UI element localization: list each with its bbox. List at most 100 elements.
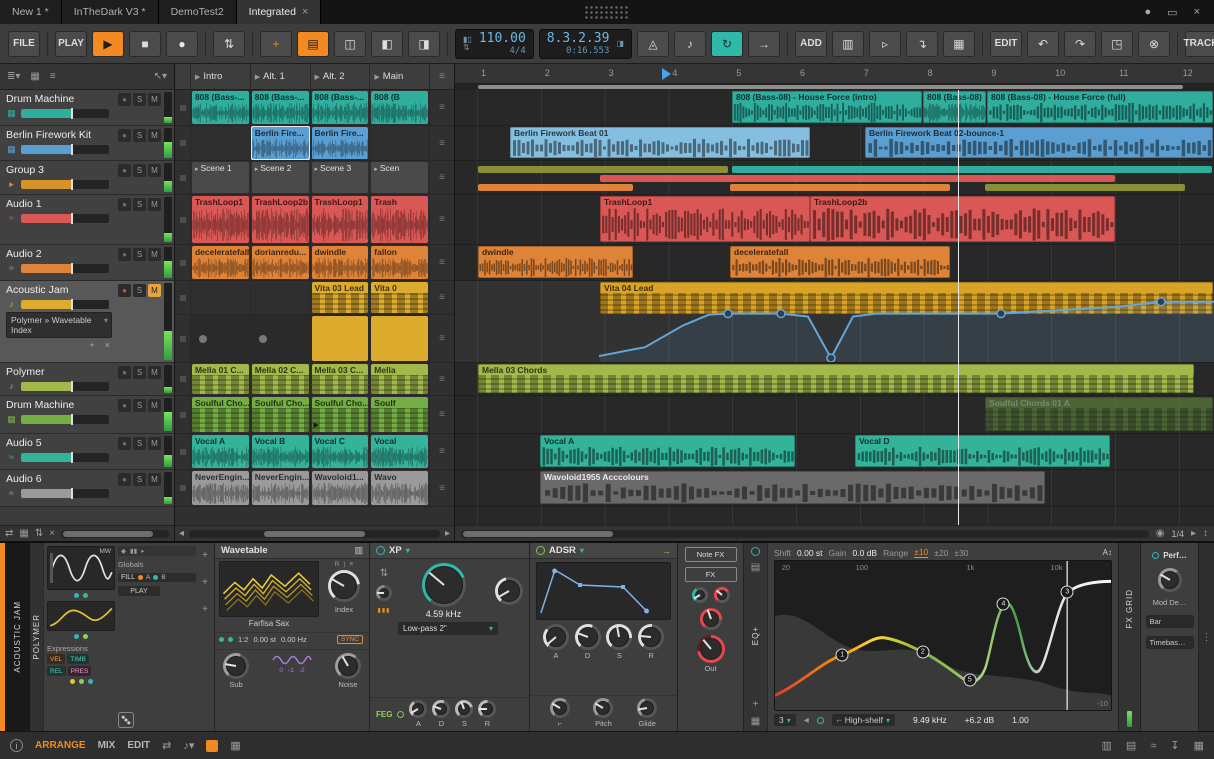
clip-slot[interactable]: Wavoloid1... (310, 470, 371, 506)
launcher-clip[interactable]: Mella 02 C... (251, 364, 309, 394)
scroll-right-icon[interactable]: ▸ (445, 528, 450, 539)
release-knob[interactable] (638, 624, 665, 650)
curve-knob[interactable] (549, 698, 570, 718)
bar-select[interactable]: Bar (1145, 615, 1194, 628)
launcher-clip[interactable]: Vocal C (311, 435, 369, 468)
solo-button[interactable]: S (133, 473, 146, 486)
clip-slot[interactable] (370, 315, 431, 362)
list-view-icon[interactable]: ≡ (50, 71, 56, 82)
volume-slider[interactable] (21, 380, 109, 392)
volume-handle[interactable] (71, 212, 74, 224)
dual-panel-icon[interactable]: ⇄ (162, 739, 171, 752)
scrollbar-thumb[interactable] (63, 530, 154, 537)
eq-spectrum-display[interactable]: -10 1 2 5 4 3 20 100 1k 10k (774, 560, 1112, 711)
sync-toggle[interactable]: SYNC (336, 635, 363, 644)
add-module-icon[interactable]: + (202, 604, 208, 615)
record-arm-button[interactable]: ● (118, 437, 131, 450)
volume-handle[interactable] (71, 179, 74, 190)
mute-button[interactable]: M (148, 93, 161, 106)
track-row[interactable]: Drum Machine ▦ ● S M (0, 90, 174, 126)
record-arm-button[interactable]: ● (118, 366, 131, 379)
timb-chip[interactable]: TIMB (67, 654, 89, 664)
arranger-clip[interactable]: 808 (Bass-08) (923, 91, 986, 123)
noise-knob[interactable] (335, 653, 361, 679)
lfo-shape-display[interactable]: 0 -1 -2 (272, 653, 312, 674)
volume-handle[interactable] (71, 298, 74, 310)
arranger-clip[interactable]: 808 (Bass-08) - House Force (intro) (732, 91, 922, 123)
launcher-clip[interactable]: Soulful Cho... (191, 397, 249, 432)
launcher-clip[interactable]: dorianredu... (251, 246, 309, 279)
band-q[interactable]: 1.00 (1012, 715, 1029, 725)
attack-knob[interactable] (542, 624, 569, 650)
launcher-clip[interactable]: Soulful Cho... ▶ (311, 397, 369, 432)
clip-slot[interactable]: Mella 02 C... (250, 363, 311, 395)
clip-slot[interactable] (250, 281, 311, 314)
eq-grid-icon[interactable]: ▦ (751, 716, 760, 727)
eq-menu-icon[interactable]: ▤ (751, 562, 760, 573)
launcher-clip[interactable]: Wavoloid1... (311, 471, 369, 505)
play-scene-icon[interactable]: ▶ (195, 73, 200, 81)
clip-slot[interactable]: TrashLoop1 (190, 195, 251, 244)
follow-playhead-button[interactable]: → (747, 30, 780, 57)
clip-slot[interactable]: Vocal C (310, 434, 371, 469)
feg-release-knob[interactable] (478, 700, 497, 718)
clip-slot[interactable]: Vita 03 Lead (310, 281, 371, 314)
add-button[interactable]: ADD (794, 30, 827, 57)
polymer-device-tab[interactable]: POLYMER (30, 543, 44, 731)
clip-slot[interactable]: 808 (Bass-... (250, 90, 311, 125)
launcher-clip[interactable]: Soulf (371, 397, 429, 432)
send-a-knob[interactable] (691, 587, 708, 603)
clip-slot[interactable]: 808 (B (370, 90, 431, 125)
clip-slot[interactable]: dorianredu... (250, 245, 311, 280)
launcher-clip[interactable]: TrashLoop1 (191, 196, 249, 243)
clip-slot[interactable]: Vocal B (250, 434, 311, 469)
tempo-display[interactable]: ▮▯ ⇅ 110.00 4/4 (455, 28, 534, 59)
device-chooser[interactable]: Polymer » Wavetable Index ▾ (6, 312, 112, 338)
solo-button[interactable]: S (133, 93, 146, 106)
arranger-clip[interactable]: deceleratefall (730, 246, 950, 278)
pointer-tool-icon[interactable]: ↖▾ (154, 71, 167, 82)
clear-icon[interactable]: × (49, 528, 55, 539)
solo-button[interactable]: S (133, 437, 146, 450)
scrollbar-thumb[interactable] (264, 530, 365, 537)
insert-device-button[interactable]: ▥ (831, 30, 864, 57)
band-gain[interactable]: +6.2 dB (965, 715, 995, 725)
clip-slot[interactable]: Berlin Fire... (250, 126, 311, 160)
mute-button[interactable]: M (148, 399, 161, 412)
clip-slot[interactable]: Mella (370, 363, 431, 395)
scene-cell[interactable]: ▶ Intro (191, 64, 251, 89)
mix-knob[interactable] (699, 608, 722, 630)
clip-stop-button[interactable] (175, 245, 191, 280)
band-frequency[interactable]: 9.49 kHz (913, 715, 947, 725)
arranger-clip[interactable]: TrashLoop1 (600, 196, 810, 242)
arranger-clip[interactable]: Berlin Firework Beat 02-bounce-1 (865, 127, 1213, 158)
play-scene-icon[interactable]: ▶ (315, 73, 320, 81)
lfo-rate-value[interactable]: 0.00 Hz (281, 635, 307, 644)
row-menu-icon[interactable]: ≡ (430, 161, 454, 194)
metronome-button[interactable]: ◬ (636, 30, 669, 57)
arranger-clip[interactable]: Vocal A (540, 435, 795, 467)
solo-button[interactable]: S (133, 198, 146, 211)
solo-button[interactable]: S (133, 399, 146, 412)
pitch-knob[interactable] (593, 698, 614, 718)
eq-device-label[interactable]: EQ+ (751, 626, 760, 645)
launcher-clip[interactable]: ▸ Scen (371, 162, 429, 193)
track-row[interactable]: Audio 2 ≈ ● S M (0, 245, 174, 281)
redo-button[interactable]: ↷ (1063, 30, 1096, 57)
volume-slider[interactable] (21, 179, 109, 190)
close-icon[interactable]: × (1194, 6, 1200, 18)
eq-band-node[interactable]: 3 (1060, 585, 1074, 599)
routing-icon[interactable]: ⇅ (380, 568, 388, 579)
perf-title[interactable]: Perf… (1163, 551, 1187, 560)
clip-slot[interactable]: ▸ Scen (370, 161, 431, 194)
clip-stop-button[interactable] (175, 161, 191, 194)
clip-stop-button[interactable] (175, 363, 191, 395)
grid-resolution[interactable]: 1/4 (1171, 529, 1184, 539)
arranger-clip[interactable]: TrashLoop2b (810, 196, 1115, 242)
voice-section-icons[interactable]: ◆ ▮▮ ▸ (118, 546, 196, 556)
punch-in-button[interactable]: ◧ (371, 30, 403, 57)
launcher-clip[interactable]: Mella (371, 364, 429, 394)
clip-slot[interactable]: Soulful Cho... (190, 396, 251, 433)
out-knob[interactable] (696, 635, 725, 663)
glide-knob[interactable] (637, 698, 658, 718)
